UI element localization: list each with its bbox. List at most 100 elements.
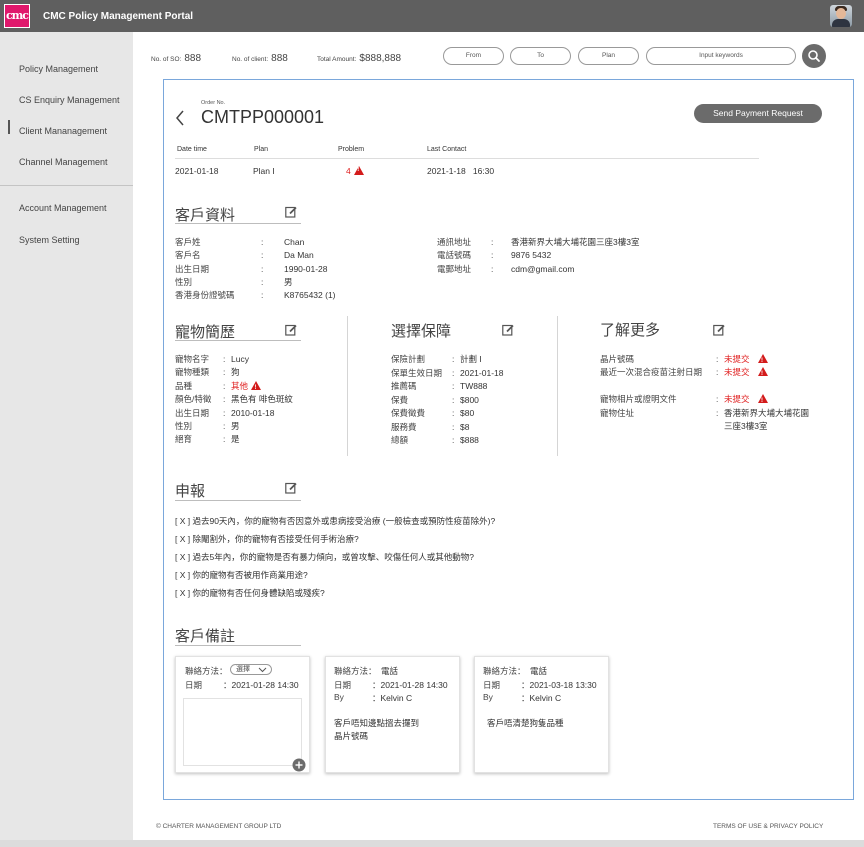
- sidebar-item-account-management[interactable]: Account Management: [19, 203, 107, 213]
- sidebar-item-client-management[interactable]: Client Mananagement: [19, 126, 107, 136]
- column-divider: [557, 316, 558, 456]
- contact-method-select[interactable]: 選擇: [230, 664, 272, 675]
- value-vaccine-date: 未提交: [724, 366, 809, 382]
- edit-icon[interactable]: [285, 206, 297, 218]
- customer-section-title: 客戶資料: [175, 207, 236, 224]
- label-pet-photo: 寵物相片或證明文件: [600, 394, 677, 405]
- label-vaccine-date: 最近一次混合疫苗注射日期: [600, 367, 703, 378]
- more-section-title: 了解更多: [600, 322, 661, 339]
- label-levy: 保費徵費: [391, 408, 426, 418]
- pet-field-labels: 寵物名字 寵物種類 品種 顏色/特徵 出生日期 性別 絕育: [175, 353, 211, 447]
- value-address: 香港新界大埔大埔花園三座3樓3室: [511, 237, 640, 247]
- contact-method-select-text: 選擇: [236, 666, 250, 673]
- value-surname: Chan: [284, 237, 305, 247]
- note-textarea[interactable]: [183, 698, 302, 766]
- logo-text: cmc: [5, 9, 29, 22]
- user-avatar[interactable]: [830, 5, 852, 27]
- note-date-label: 日期: [334, 680, 352, 690]
- pet-colons: :::::::: [223, 354, 226, 445]
- stat-client: No. of client: 888: [232, 53, 288, 64]
- declaration-item: [ X ] 過去90天內，你的寵物有否因意外或患病接受治療 (一般檢查或預防性疫…: [175, 516, 496, 526]
- edit-icon[interactable]: [713, 324, 725, 336]
- note-by-label: By: [334, 692, 344, 702]
- stat-client-label: No. of client:: [232, 56, 269, 63]
- note-text: 晶片號碼: [334, 731, 369, 741]
- search-icon: [808, 50, 820, 62]
- label-pet-name: 寵物名字: [175, 354, 210, 364]
- plan-filter[interactable]: Plan: [578, 47, 639, 65]
- note-method-label: 聯絡方法：: [483, 666, 526, 676]
- value-pet-photo-text: 未提交: [724, 394, 750, 405]
- sidebar-item-channel-management[interactable]: Channel Management: [19, 157, 108, 167]
- header-date-time: Date time: [177, 146, 207, 153]
- pet-section-title: 寵物簡歷: [175, 324, 236, 341]
- value-levy: $80: [460, 408, 475, 418]
- label-premium: 保費: [391, 394, 409, 405]
- sidebar-item-policy-management[interactable]: Policy Management: [19, 64, 98, 74]
- value-given-name: Da Man: [284, 250, 314, 261]
- note-card[interactable]: 聯絡方法： 電話 日期 ：2021-01-28 14:30 By ：Kelvin…: [325, 656, 460, 773]
- stat-amount-label: Total Amount:: [317, 56, 357, 63]
- value-breed-text: 其他: [231, 380, 249, 391]
- send-payment-request-button[interactable]: Send Payment Request: [694, 104, 822, 123]
- label-gender: 性別: [175, 276, 193, 287]
- sidebar: Policy Management CS Enquiry Management …: [0, 32, 133, 840]
- top-bar: cmc CMC Policy Management Portal: [0, 0, 864, 32]
- label-address: 通訊地址: [437, 237, 472, 247]
- note-by: ：Kelvin C: [521, 693, 562, 703]
- plan-field-values: 計劃 I 2021-01-18 TW888 $800 $80 $8 $888: [460, 353, 503, 448]
- sidebar-item-cs-enquiry-management[interactable]: CS Enquiry Management: [19, 95, 120, 105]
- warning-icon: [757, 354, 768, 368]
- value-vaccine-text: 未提交: [724, 367, 750, 378]
- value-gender: 男: [284, 276, 293, 287]
- label-surname: 客戶姓: [175, 237, 201, 247]
- warning-icon: [353, 166, 364, 175]
- value-total: $888: [460, 435, 479, 445]
- plan-field-labels: 保險計劃 保單生效日期 推薦碼 保費 保費徵費 服務費 總額: [391, 353, 442, 448]
- note-card[interactable]: 聯絡方法： 電話 日期 ：2021-03-18 13:30 By ：Kelvin…: [474, 656, 609, 773]
- footer-terms-link[interactable]: TERMS OF USE & PRIVACY POLICY: [713, 823, 823, 830]
- stat-amount-value: $888,888: [359, 53, 402, 64]
- note-text: 客戶唔清楚狗隻品種: [487, 718, 564, 728]
- value-insurance-plan: 計劃 I: [460, 354, 482, 364]
- note-by: ：Kelvin C: [372, 693, 413, 703]
- value-microchip-text: 未提交: [724, 354, 750, 364]
- new-note-date-value: ：2021-01-28 14:30: [223, 680, 299, 690]
- add-icon[interactable]: [292, 758, 306, 772]
- to-date-filter[interactable]: To: [510, 47, 571, 65]
- contact-colons: :::: [491, 237, 494, 274]
- header-last-contact: Last Contact: [427, 146, 467, 153]
- value-microchip: 未提交: [724, 353, 809, 368]
- sidebar-item-system-setting[interactable]: System Setting: [19, 235, 80, 245]
- stat-so-label: No. of SO:: [151, 56, 182, 63]
- declaration-item: [ X ] 你的寵物有否被用作商業用途?: [175, 570, 308, 580]
- edit-icon[interactable]: [285, 324, 297, 336]
- plan-section-title: 選擇保障: [391, 323, 452, 340]
- value-pet-type: 狗: [231, 367, 240, 378]
- value-dob: 1990-01-28: [284, 263, 328, 274]
- note-date-label: 日期: [483, 680, 501, 690]
- active-indicator: [8, 120, 10, 134]
- summary-last-contact: 2021-1-18 16:30: [427, 166, 495, 176]
- stat-so-value: 888: [184, 53, 202, 64]
- summary-problem[interactable]: 4: [346, 166, 364, 176]
- label-email: 電郵地址: [437, 263, 472, 274]
- edit-icon[interactable]: [502, 324, 514, 336]
- edit-icon[interactable]: [285, 482, 297, 494]
- value-pet-dob: 2010-01-18: [231, 407, 275, 418]
- stat-client-value: 888: [271, 53, 288, 64]
- customer-field-values: Chan Da Man 1990-01-28 男 K8765432 (1): [284, 236, 336, 302]
- stat-amount: Total Amount: $888,888: [317, 53, 401, 64]
- search-button[interactable]: [802, 44, 826, 68]
- label-pet-type: 寵物種類: [175, 367, 210, 378]
- label-insurance-plan: 保險計劃: [391, 354, 426, 364]
- back-arrow-icon[interactable]: [174, 110, 186, 126]
- keyword-search-input[interactable]: Input keywords: [646, 47, 796, 65]
- value-premium: $800: [460, 394, 479, 405]
- cmc-logo[interactable]: cmc: [4, 4, 30, 28]
- summary-divider: [175, 158, 759, 159]
- order-number-label: Order No.: [201, 100, 226, 106]
- from-date-filter[interactable]: From: [443, 47, 504, 65]
